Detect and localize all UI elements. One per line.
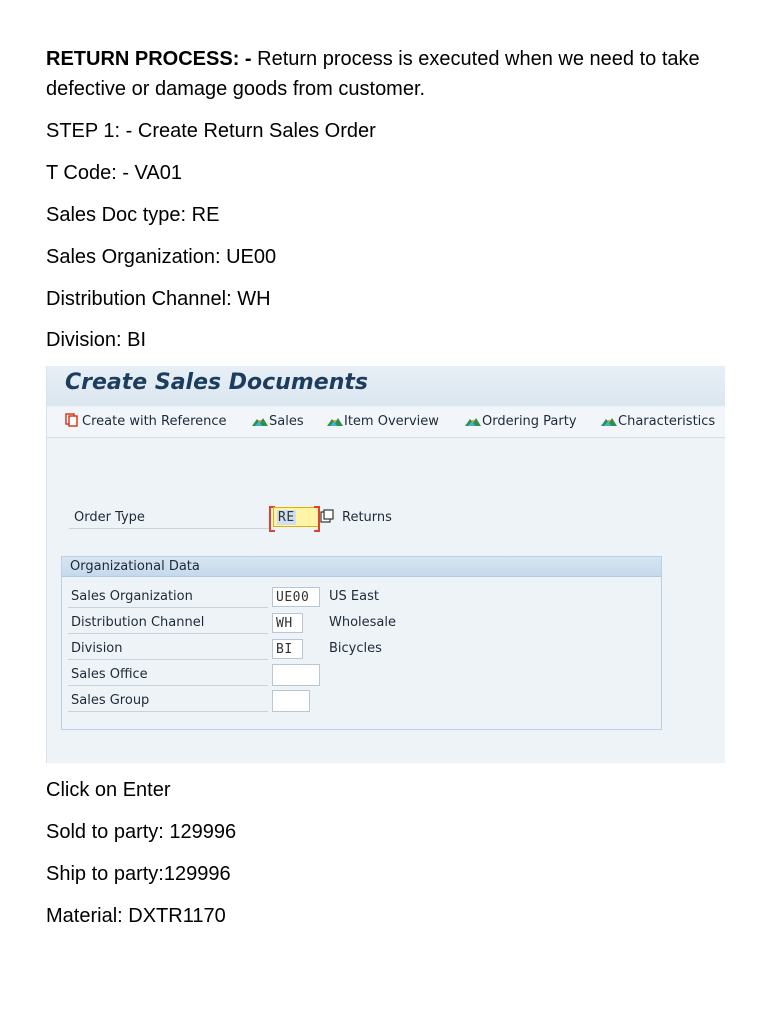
toolbar-label: Item Overview — [344, 414, 439, 429]
toolbar-label: Characteristics — [618, 414, 716, 429]
sales-group-label: Sales Group — [71, 693, 150, 708]
step-click-enter: Click on Enter — [46, 779, 171, 801]
organizational-data-group: Organizational Data Sales Organization U… — [61, 556, 662, 730]
item-overview-icon — [327, 413, 343, 427]
toolbar-item-overview-button[interactable]: Item Overview — [327, 413, 439, 429]
order-type-input[interactable]: RE — [273, 507, 319, 527]
toolbar-label: Ordering Party — [482, 414, 577, 429]
toolbar-sales-button[interactable]: Sales — [252, 413, 304, 429]
step-material: Material: DXTR1170 — [46, 905, 226, 927]
sales-office-label: Sales Office — [71, 667, 148, 682]
order-type-value: RE — [277, 510, 296, 525]
label-underline — [68, 685, 268, 686]
sales-organization-label: Sales Organization — [71, 589, 193, 604]
division-input[interactable]: BI — [272, 639, 303, 659]
organizational-data-header: Organizational Data — [62, 557, 661, 577]
label-underline — [68, 711, 268, 712]
intro-line-division: Division: BI — [46, 329, 147, 351]
toolbar-label: Sales — [269, 414, 304, 429]
sales-group-input[interactable] — [272, 690, 310, 712]
label-underline — [68, 607, 268, 608]
step-ship-to-party: Ship to party:129996 — [46, 863, 231, 885]
division-description: Bicycles — [329, 641, 382, 656]
order-type-description: Returns — [342, 510, 392, 525]
sap-screen-title: Create Sales Documents — [65, 370, 368, 395]
copy-icon — [65, 413, 81, 427]
order-type-help-icon[interactable] — [320, 509, 334, 527]
sales-organization-input[interactable]: UE00 — [272, 587, 320, 607]
label-underline — [68, 633, 268, 634]
characteristics-icon — [601, 413, 617, 427]
intro-paragraph: RETURN PROCESS: - Return process is exec… — [46, 44, 736, 104]
order-type-label: Order Type — [74, 510, 145, 525]
label-underline — [69, 528, 269, 529]
distribution-channel-label: Distribution Channel — [71, 615, 205, 630]
intro-line-sales-org: Sales Organization: UE00 — [46, 246, 277, 268]
sap-screen: Create Sales Documents Create with Refer… — [46, 366, 725, 763]
sales-icon — [252, 413, 268, 427]
steps-list: Click on Enter Sold to party: 129996 Shi… — [46, 775, 236, 943]
distribution-channel-description: Wholesale — [329, 615, 397, 630]
sales-office-input[interactable] — [272, 664, 320, 686]
ordering-party-icon — [465, 413, 481, 427]
toolbar-label: Create with Reference — [82, 414, 227, 429]
sales-organization-description: US East — [329, 589, 379, 604]
sap-title-bar: Create Sales Documents — [47, 366, 725, 406]
toolbar-characteristics-button[interactable]: Characteristics — [601, 413, 715, 429]
step-sold-to-party: Sold to party: 129996 — [46, 821, 237, 843]
organizational-data-heading: Organizational Data — [70, 559, 200, 574]
intro-line-dist-channel: Distribution Channel: WH — [46, 288, 271, 310]
intro-heading: RETURN PROCESS: - — [46, 48, 252, 70]
toolbar-create-with-reference-button[interactable]: Create with Reference — [65, 413, 227, 429]
intro-line-doc-type: Sales Doc type: RE — [46, 204, 220, 226]
division-label: Division — [71, 641, 123, 656]
toolbar-ordering-party-button[interactable]: Ordering Party — [465, 413, 577, 429]
distribution-channel-input[interactable]: WH — [272, 613, 303, 633]
intro-line-tcode: T Code: - VA01 — [46, 162, 182, 184]
sap-toolbar: Create with Reference Sales Item Overvie… — [47, 407, 725, 438]
label-underline — [68, 659, 268, 660]
intro-line-step1: STEP 1: - Create Return Sales Order — [46, 120, 376, 142]
